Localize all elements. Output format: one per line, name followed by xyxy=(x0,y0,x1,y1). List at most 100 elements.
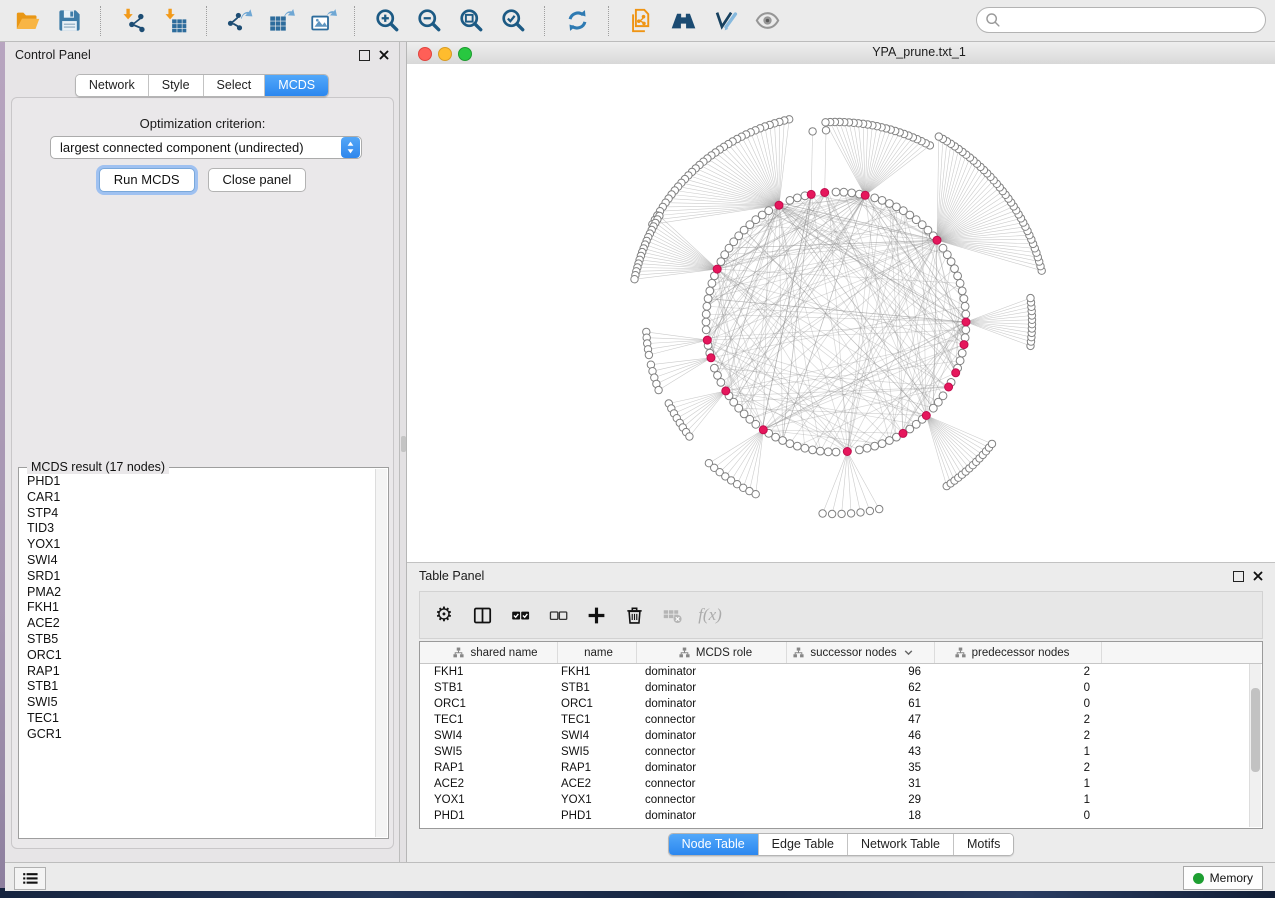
network-ring-node[interactable] xyxy=(878,440,886,448)
window-minimize-icon[interactable] xyxy=(438,47,452,61)
splitter-grip[interactable] xyxy=(401,436,406,452)
network-leaf-node[interactable] xyxy=(631,276,638,283)
network-ring-node[interactable] xyxy=(954,272,962,280)
network-mcds-hub-node[interactable] xyxy=(962,318,970,326)
table-row[interactable]: FKH1FKH1dominator962 xyxy=(420,664,1262,680)
network-leaf-node[interactable] xyxy=(819,510,826,517)
import-table-icon[interactable] xyxy=(156,3,194,39)
binoculars-icon[interactable] xyxy=(664,3,702,39)
network-ring-node[interactable] xyxy=(703,302,711,310)
network-mcds-hub-node[interactable] xyxy=(945,383,953,391)
zoom-selected-icon[interactable] xyxy=(494,3,532,39)
mcds-result-item[interactable]: RAP1 xyxy=(27,664,375,680)
mcds-result-item[interactable]: PMA2 xyxy=(27,585,375,601)
column-header-successor-nodes[interactable]: successor nodes xyxy=(787,642,935,663)
network-leaf-node[interactable] xyxy=(655,386,662,393)
network-mcds-hub-node[interactable] xyxy=(759,426,767,434)
window-maximize-icon[interactable] xyxy=(458,47,472,61)
network-ring-node[interactable] xyxy=(871,194,879,202)
network-leaf-node[interactable] xyxy=(876,505,883,512)
table-row[interactable]: ACE2ACE2connector311 xyxy=(420,776,1262,792)
mcds-result-item[interactable]: SWI5 xyxy=(27,695,375,711)
network-ring-node[interactable] xyxy=(961,302,969,310)
delete-icon[interactable] xyxy=(618,599,650,631)
network-ring-node[interactable] xyxy=(786,197,794,205)
network-ring-node[interactable] xyxy=(958,349,966,357)
table-scrollbar[interactable] xyxy=(1249,664,1261,827)
select-all-icon[interactable] xyxy=(504,599,536,631)
network-ring-node[interactable] xyxy=(706,287,714,295)
network-ring-node[interactable] xyxy=(886,200,894,208)
network-ring-node[interactable] xyxy=(793,194,801,202)
network-ring-node[interactable] xyxy=(956,279,964,287)
run-mcds-button[interactable]: Run MCDS xyxy=(99,168,195,192)
mcds-result-item[interactable]: GCR1 xyxy=(27,727,375,743)
network-ring-node[interactable] xyxy=(962,310,970,318)
network-ring-node[interactable] xyxy=(809,446,817,454)
network-leaf-node[interactable] xyxy=(857,509,864,516)
network-ring-node[interactable] xyxy=(702,326,710,334)
network-ring-node[interactable] xyxy=(801,444,809,452)
network-leaf-node[interactable] xyxy=(686,433,693,440)
tab-select[interactable]: Select xyxy=(204,75,266,96)
column-header-shared-name[interactable]: shared name xyxy=(420,642,558,663)
panel-splitter[interactable] xyxy=(400,42,407,862)
tab-style[interactable]: Style xyxy=(149,75,204,96)
tab-mcds[interactable]: MCDS xyxy=(265,75,328,96)
column-header-predecessor-nodes[interactable]: predecessor nodes xyxy=(935,642,1102,663)
network-ring-node[interactable] xyxy=(962,326,970,334)
close-panel-icon[interactable] xyxy=(1253,571,1263,581)
table-row[interactable]: YOX1YOX1connector291 xyxy=(420,792,1262,808)
window-close-icon[interactable] xyxy=(418,47,432,61)
network-ring-node[interactable] xyxy=(832,188,840,196)
optimization-criterion-select[interactable]: largest connected component (undirected) xyxy=(50,136,362,159)
table-row[interactable]: RAP1RAP1dominator352 xyxy=(420,760,1262,776)
network-leaf-node[interactable] xyxy=(822,127,829,134)
network-mcds-hub-node[interactable] xyxy=(821,189,829,197)
table-row[interactable]: STB1STB1dominator620 xyxy=(420,680,1262,696)
network-leaf-node[interactable] xyxy=(809,128,816,135)
import-network-icon[interactable] xyxy=(114,3,152,39)
memory-button[interactable]: Memory xyxy=(1183,866,1263,890)
tab-motifs[interactable]: Motifs xyxy=(954,834,1013,855)
network-mcds-hub-node[interactable] xyxy=(933,236,941,244)
add-icon[interactable] xyxy=(580,599,612,631)
mcds-result-item[interactable]: STB5 xyxy=(27,632,375,648)
network-ring-node[interactable] xyxy=(960,295,968,303)
network-ring-node[interactable] xyxy=(702,310,710,318)
network-ring-node[interactable] xyxy=(848,189,856,197)
settings-icon[interactable]: ⚙ xyxy=(428,599,460,631)
network-ring-node[interactable] xyxy=(816,447,824,455)
network-mcds-hub-node[interactable] xyxy=(775,201,783,209)
network-mcds-hub-node[interactable] xyxy=(722,387,730,395)
network-leaf-node[interactable] xyxy=(935,133,942,140)
network-canvas[interactable] xyxy=(407,64,1275,562)
network-ring-node[interactable] xyxy=(717,379,725,387)
network-mcds-hub-node[interactable] xyxy=(960,341,968,349)
export-table-icon[interactable] xyxy=(262,3,300,39)
network-leaf-node[interactable] xyxy=(828,510,835,517)
network-ring-node[interactable] xyxy=(939,244,947,252)
mcds-result-item[interactable]: SRD1 xyxy=(27,569,375,585)
tab-network-table[interactable]: Network Table xyxy=(848,834,954,855)
table-row[interactable]: SWI5SWI5connector431 xyxy=(420,744,1262,760)
network-ring-node[interactable] xyxy=(786,440,794,448)
save-icon[interactable] xyxy=(50,3,88,39)
search-input[interactable] xyxy=(976,7,1266,33)
open-icon[interactable] xyxy=(8,3,46,39)
zoom-fit-icon[interactable] xyxy=(452,3,490,39)
network-mcds-hub-node[interactable] xyxy=(713,265,721,273)
network-mcds-hub-node[interactable] xyxy=(707,354,715,362)
mcds-result-item[interactable]: ACE2 xyxy=(27,616,375,632)
mcds-result-item[interactable]: SWI4 xyxy=(27,553,375,569)
network-ring-node[interactable] xyxy=(711,364,719,372)
network-mcds-hub-node[interactable] xyxy=(952,369,960,377)
network-ring-node[interactable] xyxy=(702,318,710,326)
mcds-result-item[interactable]: TEC1 xyxy=(27,711,375,727)
columns-icon[interactable] xyxy=(466,599,498,631)
column-header-name[interactable]: name xyxy=(558,642,637,663)
network-mcds-hub-node[interactable] xyxy=(703,336,711,344)
tab-node-table[interactable]: Node Table xyxy=(669,834,759,855)
table-row[interactable]: SWI4SWI4dominator462 xyxy=(420,728,1262,744)
export-image-icon[interactable] xyxy=(304,3,342,39)
